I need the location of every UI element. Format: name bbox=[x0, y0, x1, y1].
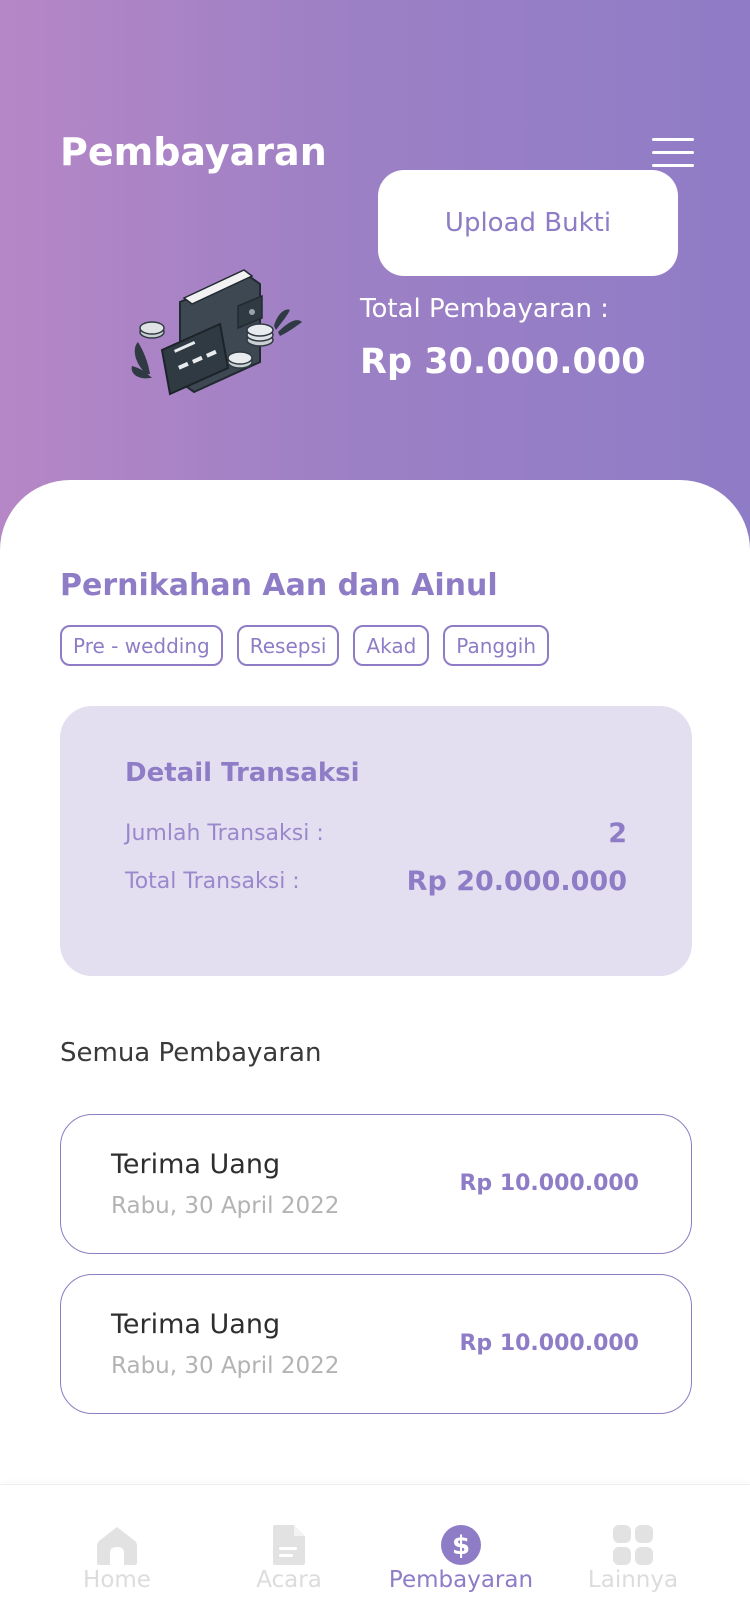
header-banner bbox=[0, 0, 750, 560]
payment-name: Terima Uang bbox=[111, 1309, 281, 1340]
nav-label-pembayaran: Pembayaran bbox=[388, 1567, 534, 1593]
total-pembayaran-label: Total Pembayaran : bbox=[360, 294, 609, 324]
event-title: Pernikahan Aan dan Ainul bbox=[60, 568, 498, 603]
nav-label-home: Home bbox=[83, 1567, 151, 1593]
event-tags: Pre - wedding Resepsi Akad Panggih bbox=[60, 625, 550, 666]
payment-list-item[interactable]: Terima Uang Rabu, 30 April 2022 Rp 10.00… bbox=[60, 1114, 692, 1254]
detail-title: Detail Transaksi bbox=[125, 758, 360, 788]
upload-bukti-button[interactable]: Upload Bukti bbox=[378, 170, 678, 276]
payment-name: Terima Uang bbox=[111, 1149, 281, 1180]
section-title: Semua Pembayaran bbox=[60, 1038, 322, 1068]
tag-resepsi[interactable]: Resepsi bbox=[236, 625, 340, 666]
nav-item-acara[interactable]: Acara bbox=[203, 1523, 375, 1593]
total-transaksi-row: Total Transaksi : Rp 20.000.000 bbox=[125, 866, 627, 897]
svg-text:$: $ bbox=[452, 1531, 470, 1561]
document-icon bbox=[273, 1525, 305, 1565]
jumlah-transaksi-row: Jumlah Transaksi : 2 bbox=[125, 818, 627, 849]
jumlah-transaksi-value: 2 bbox=[608, 818, 627, 849]
tag-pre-wedding[interactable]: Pre - wedding bbox=[60, 625, 223, 666]
payment-date: Rabu, 30 April 2022 bbox=[111, 1353, 340, 1379]
bottom-navigation: Home Acara $ Pembayaran Lainnya bbox=[0, 1484, 750, 1624]
nav-item-home[interactable]: Home bbox=[31, 1523, 203, 1593]
nav-item-pembayaran[interactable]: $ Pembayaran bbox=[375, 1523, 547, 1593]
nav-label-lainnya: Lainnya bbox=[587, 1567, 679, 1593]
total-transaksi-label: Total Transaksi : bbox=[125, 869, 300, 894]
payment-list-item[interactable]: Terima Uang Rabu, 30 April 2022 Rp 10.00… bbox=[60, 1274, 692, 1414]
nav-label-acara: Acara bbox=[256, 1567, 322, 1593]
nav-item-lainnya[interactable]: Lainnya bbox=[547, 1523, 719, 1593]
payment-date: Rabu, 30 April 2022 bbox=[111, 1193, 340, 1219]
total-pembayaran-value: Rp 30.000.000 bbox=[360, 342, 646, 382]
tag-akad[interactable]: Akad bbox=[353, 625, 430, 666]
payment-amount: Rp 10.000.000 bbox=[459, 1171, 639, 1196]
total-transaksi-value: Rp 20.000.000 bbox=[406, 866, 627, 897]
page-title: Pembayaran bbox=[60, 130, 327, 174]
detail-transaksi-card: Detail Transaksi Jumlah Transaksi : 2 To… bbox=[60, 706, 692, 976]
grid-icon bbox=[613, 1525, 653, 1565]
tag-panggih[interactable]: Panggih bbox=[443, 625, 550, 666]
payment-amount: Rp 10.000.000 bbox=[459, 1331, 639, 1356]
jumlah-transaksi-label: Jumlah Transaksi : bbox=[125, 821, 324, 846]
wallet-illustration bbox=[131, 269, 302, 396]
home-icon bbox=[97, 1527, 137, 1565]
dollar-icon: $ bbox=[441, 1525, 481, 1565]
hamburger-menu-icon[interactable] bbox=[652, 138, 694, 168]
